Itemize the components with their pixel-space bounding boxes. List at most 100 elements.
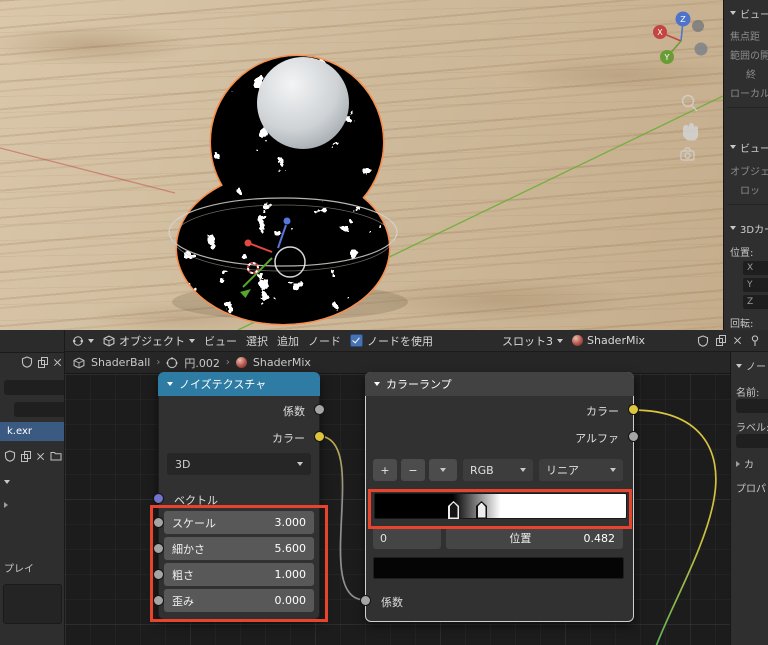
cursor-z-field[interactable]: Z (743, 295, 768, 309)
divider (727, 204, 768, 205)
viewport-sidebar: ビュー 焦点距 範囲の開 終 ローカルカ ビュー オブジェク ロッ 3Dカー 位… (723, 0, 768, 330)
ramp-specials-dropdown[interactable] (429, 459, 457, 481)
label-field[interactable] (736, 434, 768, 448)
cursor-y-field[interactable]: Y (743, 278, 768, 292)
dimensions-value: 3D (175, 458, 190, 471)
wire-noise-to-ramp (318, 436, 365, 600)
breadcrumb-object[interactable]: ShaderBall (91, 356, 150, 369)
color-stop-handle[interactable] (448, 501, 459, 519)
collapsed-section[interactable] (4, 480, 62, 484)
ramp-color-output-label: カラー (586, 403, 619, 419)
detail-label: 細かさ (172, 541, 205, 557)
ramp-factor-input-socket[interactable] (360, 595, 371, 606)
fake-user-shield-icon[interactable] (697, 335, 709, 347)
distortion-input-socket[interactable] (153, 595, 164, 606)
shield-icon[interactable] (4, 450, 16, 462)
color-output-socket[interactable] (314, 431, 325, 442)
remove-stop-button[interactable]: − (401, 459, 425, 481)
copy-icon[interactable] (38, 357, 48, 368)
node-panel-header[interactable]: ノード (736, 358, 768, 373)
new-copy-icon[interactable] (716, 335, 726, 346)
mode-label: オブジェクト (119, 333, 185, 349)
scale-slider[interactable]: スケール 3.000 (164, 511, 314, 534)
slot-selector[interactable]: スロット3 (502, 333, 563, 349)
local-camera-label: ローカルカ (730, 85, 768, 99)
image-list-item-selected[interactable]: k.exr (0, 422, 64, 441)
menu-add[interactable]: 追加 (277, 333, 299, 349)
roughness-input-socket[interactable] (153, 569, 164, 580)
color-ramp-gradient[interactable] (374, 493, 627, 519)
chevron-down-icon (610, 468, 616, 472)
node-editor-canvas[interactable]: ノイズテクスチャ 係数 カラー 3D ベクトル スケール 3.000 細かさ 5… (65, 374, 730, 645)
stop-index-value: 0 (380, 532, 387, 545)
viewport-3d[interactable]: Z X Y (0, 0, 723, 330)
display-tab[interactable]: プレイ (4, 560, 62, 575)
label-label-text: ラベル: (736, 419, 768, 434)
dimensions-dropdown[interactable]: 3D (167, 453, 311, 475)
clip-end-label: 終 (746, 66, 756, 80)
ramp-alpha-output-socket[interactable] (628, 431, 639, 442)
material-selector[interactable]: ShaderMix (572, 334, 645, 347)
copy-icon[interactable] (21, 451, 31, 462)
noise-texture-node[interactable]: ノイズテクスチャ 係数 カラー 3D ベクトル スケール 3.000 細かさ 5… (158, 372, 320, 620)
editor-type-button[interactable] (72, 335, 94, 347)
focal-length-label: 焦点距 (730, 28, 760, 42)
menu-select[interactable]: 選択 (246, 333, 268, 349)
color-mode-value: RGB (470, 464, 494, 477)
position-slider[interactable]: 位置 0.482 (446, 527, 623, 549)
add-stop-button[interactable]: + (373, 459, 397, 481)
properties-tab[interactable]: プロパ (736, 480, 768, 495)
chevron-down-icon (189, 339, 195, 343)
color-mode-dropdown[interactable]: RGB (463, 459, 533, 481)
vector-input-socket[interactable] (153, 493, 164, 504)
interpolation-dropdown[interactable]: リニア (539, 459, 623, 481)
pin-icon[interactable] (749, 335, 761, 347)
position-value: 0.482 (584, 532, 616, 545)
mode-selector[interactable]: オブジェクト (103, 333, 195, 349)
shield-icon[interactable] (21, 356, 33, 368)
cursor-x-field[interactable]: X (743, 261, 768, 275)
use-nodes-toggle[interactable]: ノードを使用 (350, 333, 433, 349)
scale-input-socket[interactable] (153, 517, 164, 528)
left-field[interactable] (14, 402, 64, 417)
cursor-section-header[interactable]: 3Dカー (730, 221, 768, 235)
folder-icon[interactable] (50, 450, 62, 462)
color-stop-handle-selected[interactable] (476, 501, 487, 519)
wire-ramp-to-output (632, 410, 716, 645)
view-section-header[interactable]: ビュー (730, 6, 768, 20)
node-panel-title: ノード (746, 358, 768, 373)
detail-slider[interactable]: 細かさ 5.600 (164, 537, 314, 560)
detail-input-socket[interactable] (153, 543, 164, 554)
blender-window: Z X Y ビュー (0, 0, 768, 645)
menu-view[interactable]: ビュー (204, 333, 237, 349)
distortion-slider[interactable]: 歪み 0.000 (164, 589, 314, 612)
chevron-down-icon (557, 339, 563, 343)
slot-label: スロット3 (502, 333, 553, 349)
roughness-slider[interactable]: 粗さ 1.000 (164, 563, 314, 586)
menu-node[interactable]: ノード (308, 333, 341, 349)
position-label: 位置 (509, 530, 531, 546)
close-icon[interactable] (53, 358, 62, 367)
stop-color-swatch[interactable] (373, 557, 624, 579)
view-lock-section-header[interactable]: ビュー (730, 140, 768, 154)
material-sphere-icon (236, 357, 247, 368)
collapsed-section[interactable] (4, 502, 62, 508)
name-field[interactable] (736, 399, 768, 413)
close-icon[interactable] (36, 452, 45, 461)
stop-index-field[interactable]: 0 (373, 527, 441, 549)
properties-label: プロパ (736, 480, 766, 495)
color-ramp-node[interactable]: カラーランプ カラー アルファ + − RGB リニア 0 (365, 372, 634, 622)
chevron-down-icon (440, 468, 446, 472)
left-panel-box[interactable] (3, 584, 62, 624)
breadcrumb-material[interactable]: ShaderMix (253, 356, 311, 369)
left-field[interactable] (4, 380, 64, 395)
noise-node-header[interactable]: ノイズテクスチャ (158, 372, 320, 396)
distortion-label: 歪み (172, 593, 194, 609)
breadcrumb-mesh[interactable]: 円.002 (184, 355, 220, 371)
factor-output-socket[interactable] (314, 404, 325, 415)
pan-hand-icon (683, 123, 698, 141)
ramp-node-header[interactable]: カラーランプ (365, 372, 634, 396)
unlink-icon[interactable] (733, 336, 742, 345)
color-section-header[interactable]: カ (736, 456, 768, 471)
ramp-color-output-socket[interactable] (628, 404, 639, 415)
